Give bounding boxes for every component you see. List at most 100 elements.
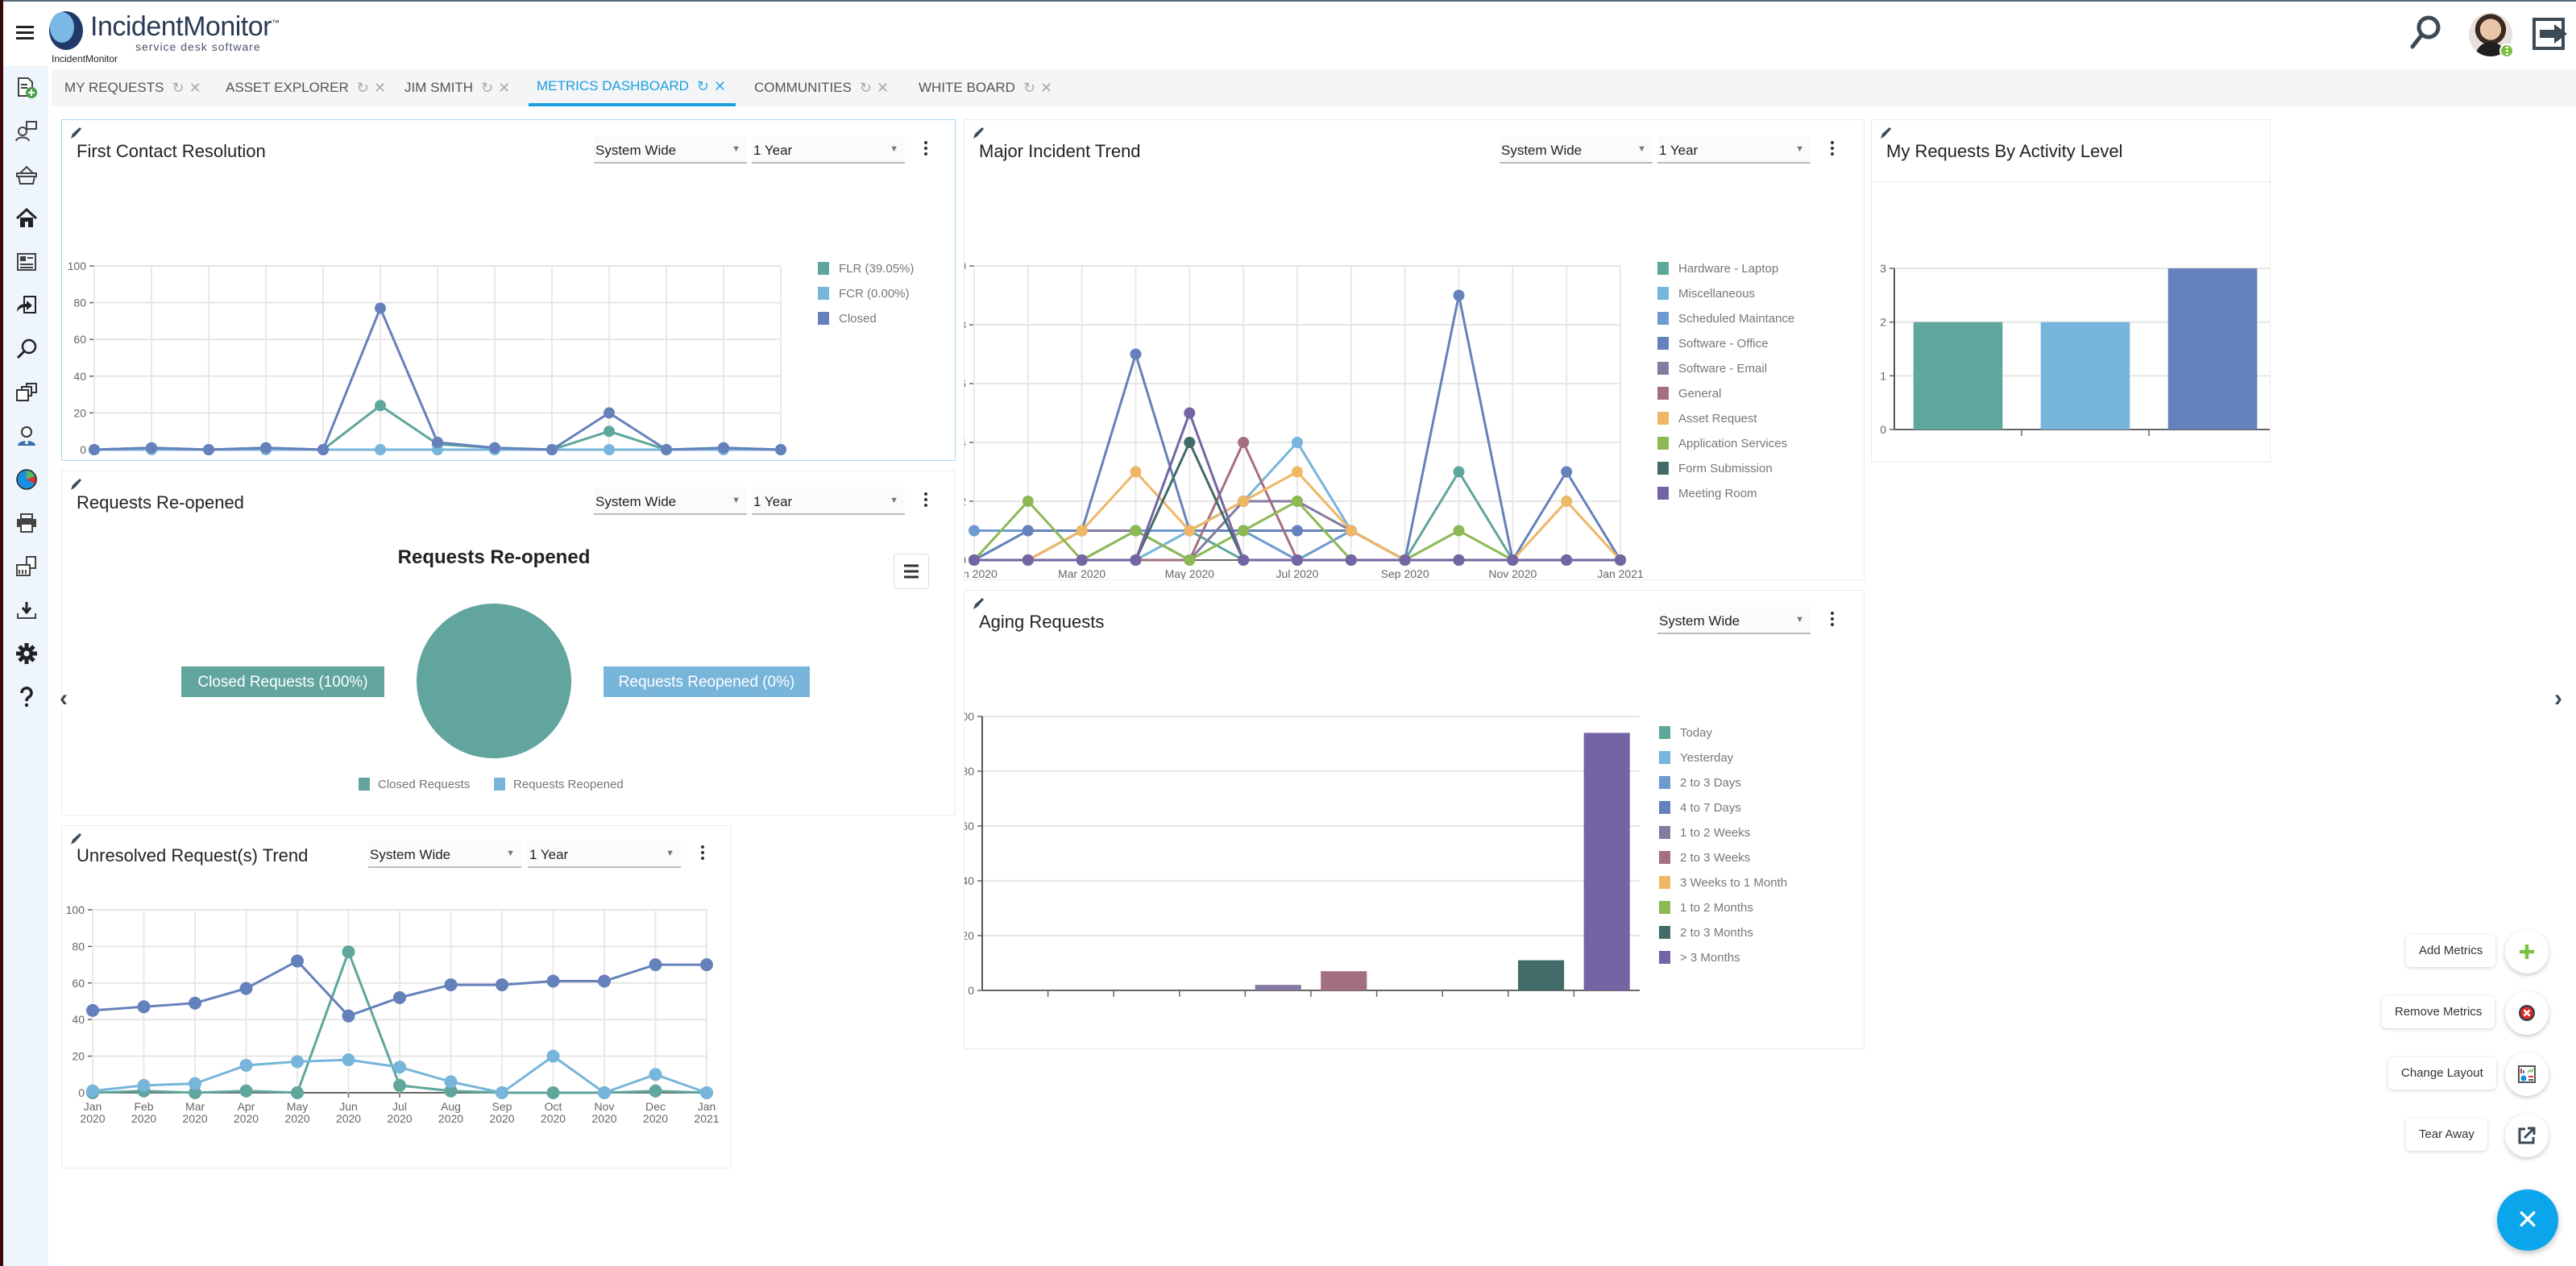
legend-swatch	[818, 262, 829, 275]
x-tick-label: Nov 2020	[642, 457, 691, 459]
tab-communities[interactable]: COMMUNITIES ↻ ✕	[754, 69, 889, 106]
chart-title: Requests Re-opened	[398, 549, 591, 568]
sidebar-item-print[interactable]	[15, 511, 39, 535]
sidebar-item-basket[interactable]	[15, 163, 39, 187]
change-layout-label[interactable]: Change Layout	[2388, 1057, 2496, 1090]
remove-metrics-button[interactable]	[2505, 991, 2549, 1035]
scope-select[interactable]: System Wide ▼	[1500, 136, 1653, 164]
chart-first-contact-resolution: 0 20 40 60 80 100 Jan 2020 Mar 2020 May 2020 Jul …	[68, 259, 915, 459]
edit-widget-icon[interactable]	[971, 127, 985, 141]
edit-widget-icon[interactable]	[1878, 127, 1893, 141]
refresh-icon[interactable]: ↻	[697, 78, 709, 95]
period-select[interactable]: 1 Year ▼	[1657, 136, 1811, 164]
sidebar-item-new-request[interactable]	[15, 76, 39, 100]
previous-page-arrow[interactable]: ‹	[60, 685, 68, 712]
widget-menu-button[interactable]	[922, 491, 930, 510]
x-tick-label: Nov	[595, 1100, 615, 1113]
data-point	[661, 444, 672, 455]
widget-menu-button[interactable]	[1828, 139, 1836, 159]
sidebar-item-user[interactable]	[15, 424, 39, 448]
close-icon[interactable]: ✕	[714, 78, 726, 95]
sidebar-item-fax[interactable]	[15, 554, 39, 579]
x-tick-label: Jan	[84, 1100, 102, 1113]
sidebar-item-metrics[interactable]	[15, 467, 39, 492]
legend-label: Form Submission	[1678, 462, 1773, 475]
data-point	[496, 1086, 508, 1099]
bar	[1255, 985, 1301, 990]
sidebar-item-contact[interactable]	[15, 119, 39, 143]
change-layout-button[interactable]	[2505, 1052, 2549, 1096]
tab-asset-explorer[interactable]: ASSET EXPLORER ↻ ✕	[226, 69, 386, 106]
add-metrics-button[interactable]	[2505, 930, 2549, 973]
x-tick-label: Sep 2020	[1381, 567, 1429, 579]
sidebar-item-settings[interactable]	[15, 641, 39, 666]
refresh-icon[interactable]: ↻	[1023, 80, 1035, 97]
widget-requests-by-activity-level: My Requests By Activity Level 0123Level …	[1871, 119, 2271, 463]
x-tick-label: 2020	[284, 1112, 309, 1125]
period-select[interactable]: 1 Year ▼	[752, 136, 905, 164]
widget-menu-button[interactable]	[699, 844, 707, 863]
refresh-icon[interactable]: ↻	[481, 80, 493, 97]
sidebar-item-forward[interactable]	[15, 293, 39, 318]
y-tick-label: 0	[1880, 423, 1886, 436]
y-tick-label: 40	[73, 370, 86, 383]
data-label: Requests Reopened (0%)	[619, 674, 795, 691]
widget-menu-button[interactable]	[1828, 610, 1836, 629]
tab-metrics-dashboard[interactable]: METRICS DASHBOARD ↻ ✕	[529, 69, 736, 106]
tear-away-button[interactable]	[2505, 1114, 2549, 1157]
data-point	[1399, 554, 1411, 566]
home-icon	[15, 207, 38, 227]
close-icon[interactable]: ✕	[1040, 80, 1052, 97]
global-search-button[interactable]	[2408, 13, 2443, 52]
period-select[interactable]: 1 Year ▼	[752, 488, 905, 515]
remove-metrics-label[interactable]: Remove Metrics	[2382, 996, 2495, 1028]
add-metrics-label[interactable]: Add Metrics	[2406, 935, 2496, 967]
data-point	[203, 444, 214, 455]
close-icon[interactable]: ✕	[374, 80, 386, 97]
scope-select[interactable]: System Wide ▼	[1657, 607, 1811, 634]
sidebar-item-help[interactable]	[15, 685, 39, 709]
user-status-badge[interactable]	[2499, 44, 2514, 58]
scope-select[interactable]: System Wide ▼	[594, 136, 747, 164]
edit-widget-icon[interactable]	[68, 478, 83, 492]
sidebar-item-windows[interactable]	[15, 380, 39, 405]
sidebar-item-download[interactable]	[15, 598, 39, 622]
next-page-arrow[interactable]: ›	[2554, 685, 2562, 712]
refresh-icon[interactable]: ↻	[172, 80, 184, 97]
legend-label: Hardware - Laptop	[1678, 262, 1778, 276]
fab-close-button[interactable]: ✕	[2497, 1189, 2558, 1251]
y-tick-label: 60	[73, 333, 86, 346]
menu-toggle-button[interactable]	[16, 26, 34, 39]
edit-widget-icon[interactable]	[68, 127, 83, 141]
scope-select[interactable]: System Wide ▼	[368, 841, 521, 868]
refresh-icon[interactable]: ↻	[860, 80, 872, 97]
legend-label: 2 to 3 Weeks	[1680, 851, 1750, 865]
chart-unresolved-requests-trend: 020406080100Jan2020Feb2020Mar2020Apr2020…	[66, 903, 720, 1125]
close-icon[interactable]: ✕	[189, 80, 201, 97]
tab-white-board[interactable]: WHITE BOARD ↻ ✕	[919, 69, 1052, 106]
data-point	[700, 1086, 713, 1099]
edit-widget-icon[interactable]	[971, 597, 985, 612]
tear-away-label[interactable]: Tear Away	[2406, 1119, 2487, 1151]
data-point	[444, 1075, 458, 1089]
app-logo[interactable]: IncidentMonitor™ service desk software	[48, 8, 322, 56]
x-tick-label: Jan	[698, 1100, 716, 1113]
logo-subtitle: service desk software	[135, 40, 261, 53]
close-icon[interactable]: ✕	[498, 80, 510, 97]
refresh-icon[interactable]: ↻	[357, 80, 369, 97]
sidebar-item-search[interactable]	[15, 337, 39, 361]
close-icon[interactable]: ✕	[877, 80, 889, 97]
legend-label: Software - Email	[1678, 362, 1767, 376]
widget-menu-button[interactable]	[922, 139, 930, 159]
period-select[interactable]: 1 Year ▼	[528, 841, 681, 868]
tab-my-requests[interactable]: MY REQUESTS ↻ ✕	[64, 69, 201, 106]
data-point	[375, 444, 386, 455]
scope-select[interactable]: System Wide ▼	[594, 488, 747, 515]
data-point	[969, 525, 980, 537]
tab-jim-smith[interactable]: JIM SMITH ↻ ✕	[404, 69, 510, 106]
logout-button[interactable]	[2532, 15, 2569, 53]
sidebar-item-dashboard[interactable]	[15, 250, 39, 274]
sidebar-item-home[interactable]	[15, 206, 39, 230]
data-point	[604, 407, 615, 419]
x-tick-label: 2020	[643, 1112, 668, 1125]
